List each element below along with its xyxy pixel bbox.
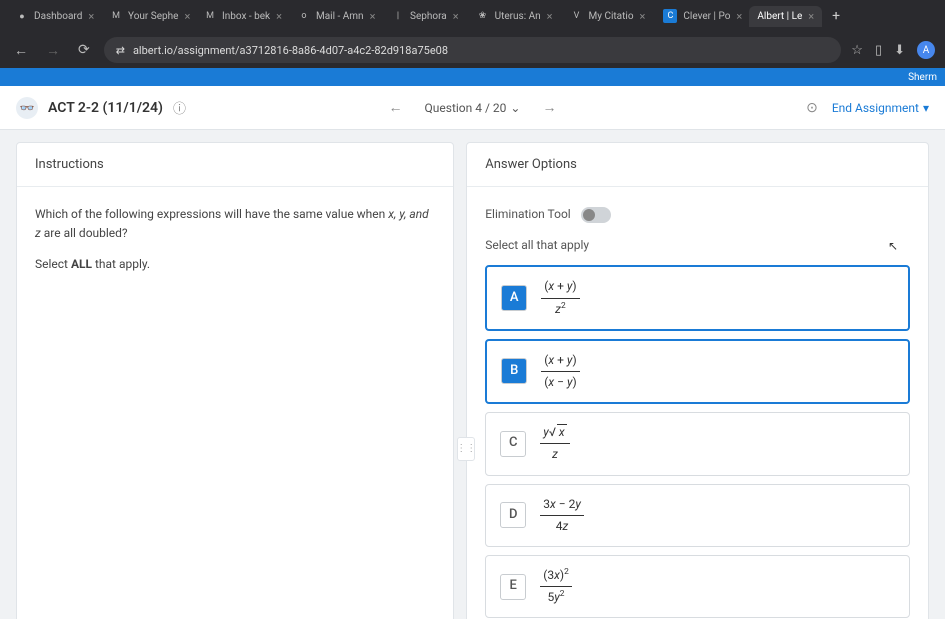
- close-icon[interactable]: ×: [184, 10, 190, 23]
- browser-chrome: ● Dashboard × M Your Sephe × M Inbox - bek × o…: [0, 0, 945, 68]
- option-letter: B: [501, 358, 527, 384]
- select-all-label: Select all that apply: [485, 236, 910, 255]
- next-question-button[interactable]: →: [538, 95, 560, 120]
- option-expression: 3x − 2y4z: [540, 495, 584, 536]
- panel-drag-handle[interactable]: ⋮⋮: [457, 437, 475, 461]
- option-letter: E: [500, 574, 526, 600]
- question-prompt: Which of the following expressions will …: [35, 205, 435, 243]
- tab-title: Sephora: [410, 11, 447, 22]
- answer-heading: Answer Options: [467, 143, 928, 187]
- tab-favicon: C: [663, 9, 677, 23]
- tab-favicon: |: [392, 10, 404, 22]
- main-content: 👓 ACT 2-2 (11/1/24) ⓘ ← Question 4 / 20 …: [0, 86, 945, 619]
- tab-inbox[interactable]: M Inbox - bek ×: [196, 6, 288, 27]
- tab-citations[interactable]: V My Citatio ×: [563, 6, 654, 27]
- option-letter: C: [500, 431, 526, 457]
- tab-favicon: M: [110, 10, 122, 22]
- url-text: albert.io/assignment/a3712816-8a86-4d07-…: [133, 44, 448, 57]
- tab-uterus[interactable]: ❀ Uterus: An ×: [469, 6, 561, 27]
- reload-button[interactable]: ⟳: [74, 38, 94, 62]
- assignment-title: ACT 2-2 (11/1/24): [48, 100, 163, 116]
- answer-option-a[interactable]: A (x + y)z2: [485, 265, 910, 330]
- tab-title: My Citatio: [589, 11, 634, 22]
- option-expression: (x + y)z2: [541, 277, 579, 318]
- answer-option-c[interactable]: C yxz: [485, 412, 910, 475]
- option-expression: (3x)25y2: [540, 566, 572, 607]
- tab-title: Albert | Le: [757, 11, 802, 22]
- tab-clever[interactable]: C Clever | Po ×: [655, 5, 747, 27]
- forward-button[interactable]: →: [42, 38, 64, 63]
- tab-albert[interactable]: Albert | Le ×: [749, 6, 822, 27]
- tab-title: Mail - Amn: [316, 11, 364, 22]
- url-input[interactable]: ⇄ albert.io/assignment/a3712816-8a86-4d0…: [104, 37, 842, 63]
- question-number-label: Question 4 / 20: [425, 101, 507, 115]
- elimination-label: Elimination Tool: [485, 205, 571, 224]
- timer-icon[interactable]: ⊙: [806, 100, 818, 116]
- tab-favicon: M: [204, 10, 216, 22]
- address-bar: ← → ⟳ ⇄ albert.io/assignment/a3712816-8a…: [0, 32, 945, 68]
- tab-title: Inbox - bek: [222, 11, 270, 22]
- back-button[interactable]: ←: [10, 38, 32, 63]
- tab-title: Clever | Po: [683, 11, 730, 22]
- tab-favicon: o: [298, 10, 310, 22]
- chevron-down-icon: ⌄: [510, 101, 520, 115]
- tab-strip: ● Dashboard × M Your Sephe × M Inbox - bek × o…: [0, 0, 945, 32]
- close-icon[interactable]: ×: [88, 10, 94, 23]
- site-settings-icon[interactable]: ⇄: [116, 44, 125, 57]
- tab-favicon: V: [571, 10, 583, 22]
- tab-favicon: ●: [16, 10, 28, 22]
- instructions-heading: Instructions: [17, 143, 453, 187]
- answer-options-list: A (x + y)z2 B (x + y)(x − y) C yxz D 3x …: [485, 265, 910, 619]
- tab-sephora-account[interactable]: M Your Sephe ×: [102, 6, 194, 27]
- tab-dashboard[interactable]: ● Dashboard ×: [8, 6, 100, 27]
- question-selector[interactable]: Question 4 / 20 ⌄: [425, 101, 521, 115]
- answer-option-b[interactable]: B (x + y)(x − y): [485, 339, 910, 404]
- close-icon[interactable]: ×: [736, 10, 742, 23]
- close-icon[interactable]: ×: [453, 10, 459, 23]
- close-icon[interactable]: ×: [640, 10, 646, 23]
- bookmark-icon[interactable]: ☆: [851, 43, 863, 58]
- close-icon[interactable]: ×: [370, 10, 376, 23]
- albert-logo-icon: 👓: [16, 97, 38, 119]
- end-assignment-button[interactable]: End Assignment ▾: [832, 101, 929, 115]
- tab-title: Your Sephe: [128, 11, 178, 22]
- elimination-toggle[interactable]: [581, 207, 611, 223]
- option-expression: yxz: [540, 423, 569, 464]
- option-expression: (x + y)(x − y): [541, 351, 579, 392]
- download-icon[interactable]: ⬇: [894, 43, 905, 58]
- chevron-down-icon: ▾: [923, 101, 929, 115]
- instructions-panel: Instructions Which of the following expr…: [16, 142, 454, 619]
- answer-panel: ⋮⋮ Answer Options Elimination Tool Selec…: [466, 142, 929, 619]
- close-icon[interactable]: ×: [808, 10, 814, 23]
- close-icon[interactable]: ×: [276, 10, 282, 23]
- tab-favicon: ❀: [477, 10, 489, 22]
- answer-option-e[interactable]: E (3x)25y2: [485, 555, 910, 618]
- new-tab-button[interactable]: +: [824, 4, 848, 28]
- tab-title: Dashboard: [34, 11, 82, 22]
- assignment-header: 👓 ACT 2-2 (11/1/24) ⓘ ← Question 4 / 20 …: [0, 86, 945, 130]
- username-label: Sherm: [908, 72, 937, 83]
- end-assignment-label: End Assignment: [832, 101, 919, 115]
- extensions-icon[interactable]: ▯: [875, 43, 882, 58]
- tab-sephora[interactable]: | Sephora ×: [384, 6, 467, 27]
- close-icon[interactable]: ×: [547, 10, 553, 23]
- info-icon[interactable]: ⓘ: [173, 98, 186, 117]
- profile-avatar[interactable]: A: [917, 41, 935, 59]
- cursor-icon: ↖: [888, 239, 898, 253]
- prev-question-button[interactable]: ←: [385, 95, 407, 120]
- answer-option-d[interactable]: D 3x − 2y4z: [485, 484, 910, 547]
- select-all-instruction: Select ALL that apply.: [35, 255, 435, 274]
- app-top-bar: Sherm: [0, 68, 945, 86]
- option-letter: A: [501, 285, 527, 311]
- tab-mail[interactable]: o Mail - Amn ×: [290, 6, 382, 27]
- tab-title: Uterus: An: [495, 11, 541, 22]
- option-letter: D: [500, 502, 526, 528]
